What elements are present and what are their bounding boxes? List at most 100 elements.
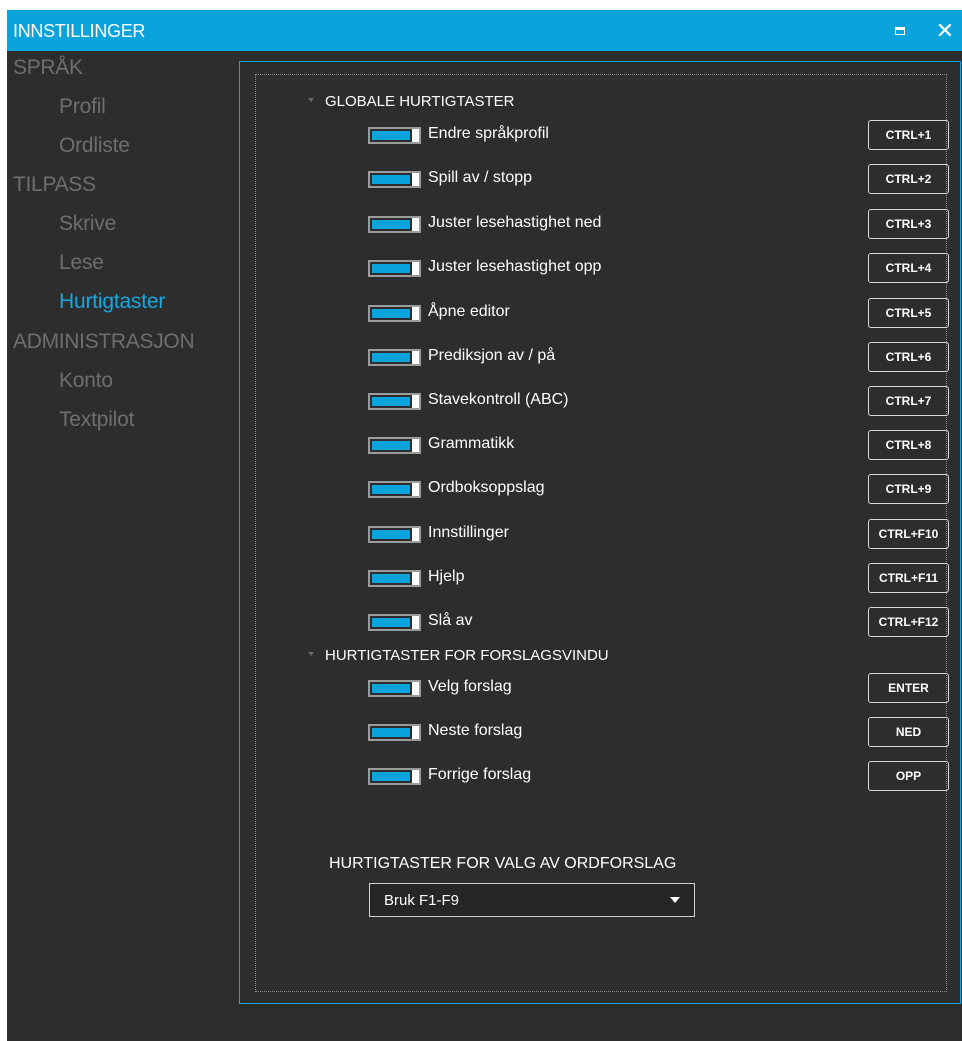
- sidebar-item-hurtigtaster[interactable]: Hurtigtaster: [59, 290, 165, 314]
- collapse-icon: [308, 652, 314, 657]
- shortcut-key-button[interactable]: CTRL+6: [868, 342, 949, 372]
- shortcut-key-button[interactable]: CTRL+3: [868, 209, 949, 239]
- sidebar-item-ordliste[interactable]: Ordliste: [59, 134, 130, 158]
- shortcut-toggle[interactable]: [368, 481, 421, 498]
- shortcut-label: Ordboksoppslag: [428, 479, 545, 496]
- sidebar-item-skrive[interactable]: Skrive: [59, 212, 116, 236]
- close-icon: ✕: [935, 17, 955, 43]
- shortcut-key-button[interactable]: CTRL+8: [868, 430, 949, 460]
- toggle-fill: [372, 175, 410, 184]
- shortcut-toggle[interactable]: [368, 260, 421, 277]
- global-shortcuts-heading[interactable]: GLOBALE HURTIGTASTER: [308, 93, 515, 110]
- shortcut-key-button[interactable]: CTRL+F12: [868, 607, 949, 637]
- sidebar-section-tilpass[interactable]: TILPASS: [13, 173, 96, 197]
- shortcut-key-button[interactable]: CTRL+F10: [868, 519, 949, 549]
- shortcut-row: Endre språkprofil CTRL+1: [368, 120, 949, 150]
- shortcut-key-button[interactable]: ENTER: [868, 673, 949, 703]
- sidebar-section-sprak[interactable]: SPRÅK: [13, 56, 83, 80]
- toggle-fill: [372, 530, 410, 539]
- shortcut-toggle[interactable]: [368, 570, 421, 587]
- shortcut-toggle[interactable]: [368, 216, 421, 233]
- shortcut-label: Hjelp: [428, 568, 465, 585]
- sidebar-item-konto[interactable]: Konto: [59, 369, 113, 393]
- shortcut-toggle[interactable]: [368, 393, 421, 410]
- toggle-knob: [412, 770, 419, 783]
- shortcut-toggle[interactable]: [368, 768, 421, 785]
- toggle-knob: [412, 439, 419, 452]
- shortcut-key-button[interactable]: CTRL+9: [868, 474, 949, 504]
- group-heading-label: HURTIGTASTER FOR FORSLAGSVINDU: [325, 647, 609, 664]
- toggle-fill: [372, 397, 410, 406]
- toggle-fill: [372, 485, 410, 494]
- window-title: INNSTILLINGER: [13, 21, 146, 41]
- maximize-button[interactable]: [883, 10, 917, 51]
- toggle-knob: [412, 218, 419, 231]
- shortcut-row: Slå av CTRL+F12: [368, 607, 949, 637]
- shortcut-key-button[interactable]: OPP: [868, 761, 949, 791]
- shortcut-label: Slå av: [428, 612, 473, 629]
- suggestion-shortcuts-heading[interactable]: HURTIGTASTER FOR FORSLAGSVINDU: [308, 647, 609, 664]
- sidebar-item-lese[interactable]: Lese: [59, 251, 104, 275]
- toggle-knob: [412, 483, 419, 496]
- shortcut-key-button[interactable]: CTRL+F11: [868, 563, 949, 593]
- shortcut-label: Velg forslag: [428, 678, 512, 695]
- maximize-icon: [895, 26, 905, 35]
- shortcut-toggle[interactable]: [368, 680, 421, 697]
- toggle-fill: [372, 772, 410, 781]
- shortcut-label: Innstillinger: [428, 524, 509, 541]
- shortcut-toggle[interactable]: [368, 349, 421, 366]
- toggle-knob: [412, 682, 419, 695]
- sidebar-item-textpilot[interactable]: Textpilot: [59, 408, 134, 432]
- toggle-knob: [412, 726, 419, 739]
- shortcut-label: Spill av / stopp: [428, 169, 533, 186]
- shortcut-row: Prediksjon av / på CTRL+6: [368, 342, 949, 372]
- collapse-icon: [308, 98, 314, 103]
- settings-window: INNSTILLINGER ✕ SPRÅK Profil Ordliste TI…: [7, 10, 962, 1041]
- toggle-knob: [412, 616, 419, 629]
- shortcut-toggle[interactable]: [368, 614, 421, 631]
- toggle-fill: [372, 220, 410, 229]
- title-bar: INNSTILLINGER ✕: [7, 10, 962, 51]
- close-button[interactable]: ✕: [928, 10, 962, 51]
- toggle-knob: [412, 262, 419, 275]
- group-heading-label: GLOBALE HURTIGTASTER: [325, 93, 515, 110]
- shortcut-row: Innstillinger CTRL+F10: [368, 519, 949, 549]
- shortcut-toggle[interactable]: [368, 127, 421, 144]
- shortcut-toggle[interactable]: [368, 724, 421, 741]
- shortcut-toggle[interactable]: [368, 526, 421, 543]
- shortcut-key-button[interactable]: CTRL+7: [868, 386, 949, 416]
- shortcut-key-button[interactable]: CTRL+1: [868, 120, 949, 150]
- shortcut-label: Åpne editor: [428, 303, 510, 320]
- shortcut-label: Juster lesehastighet opp: [428, 258, 602, 275]
- toggle-fill: [372, 684, 410, 693]
- toggle-knob: [412, 307, 419, 320]
- shortcuts-list: GLOBALE HURTIGTASTER Endre språkprofil C…: [255, 74, 949, 992]
- dropdown-selected-value: Bruk F1-F9: [384, 892, 460, 909]
- word-choice-dropdown[interactable]: Bruk F1-F9: [369, 883, 695, 917]
- chevron-down-icon: [670, 897, 680, 903]
- toggle-knob: [412, 528, 419, 541]
- shortcut-row: Ordboksoppslag CTRL+9: [368, 474, 949, 504]
- shortcut-row: Juster lesehastighet ned CTRL+3: [368, 209, 949, 239]
- shortcut-key-button[interactable]: CTRL+2: [868, 164, 949, 194]
- shortcut-label: Prediksjon av / på: [428, 347, 556, 364]
- sidebar-section-administrasjon[interactable]: ADMINISTRASJON: [13, 330, 195, 354]
- toggle-fill: [372, 353, 410, 362]
- toggle-knob: [412, 173, 419, 186]
- sidebar-item-profil[interactable]: Profil: [59, 95, 106, 119]
- shortcut-toggle[interactable]: [368, 171, 421, 188]
- shortcut-row: Neste forslag NED: [368, 717, 949, 747]
- toggle-knob: [412, 395, 419, 408]
- shortcut-key-button[interactable]: NED: [868, 717, 949, 747]
- shortcut-key-button[interactable]: CTRL+5: [868, 298, 949, 328]
- shortcut-key-button[interactable]: CTRL+4: [868, 253, 949, 283]
- shortcut-toggle[interactable]: [368, 437, 421, 454]
- shortcut-toggle[interactable]: [368, 305, 421, 322]
- shortcut-label: Forrige forslag: [428, 766, 532, 783]
- toggle-knob: [412, 351, 419, 364]
- shortcut-label: Endre språkprofil: [428, 125, 549, 142]
- toggle-knob: [412, 572, 419, 585]
- toggle-fill: [372, 728, 410, 737]
- toggle-fill: [372, 309, 410, 318]
- shortcuts-panel: GLOBALE HURTIGTASTER Endre språkprofil C…: [239, 61, 961, 1004]
